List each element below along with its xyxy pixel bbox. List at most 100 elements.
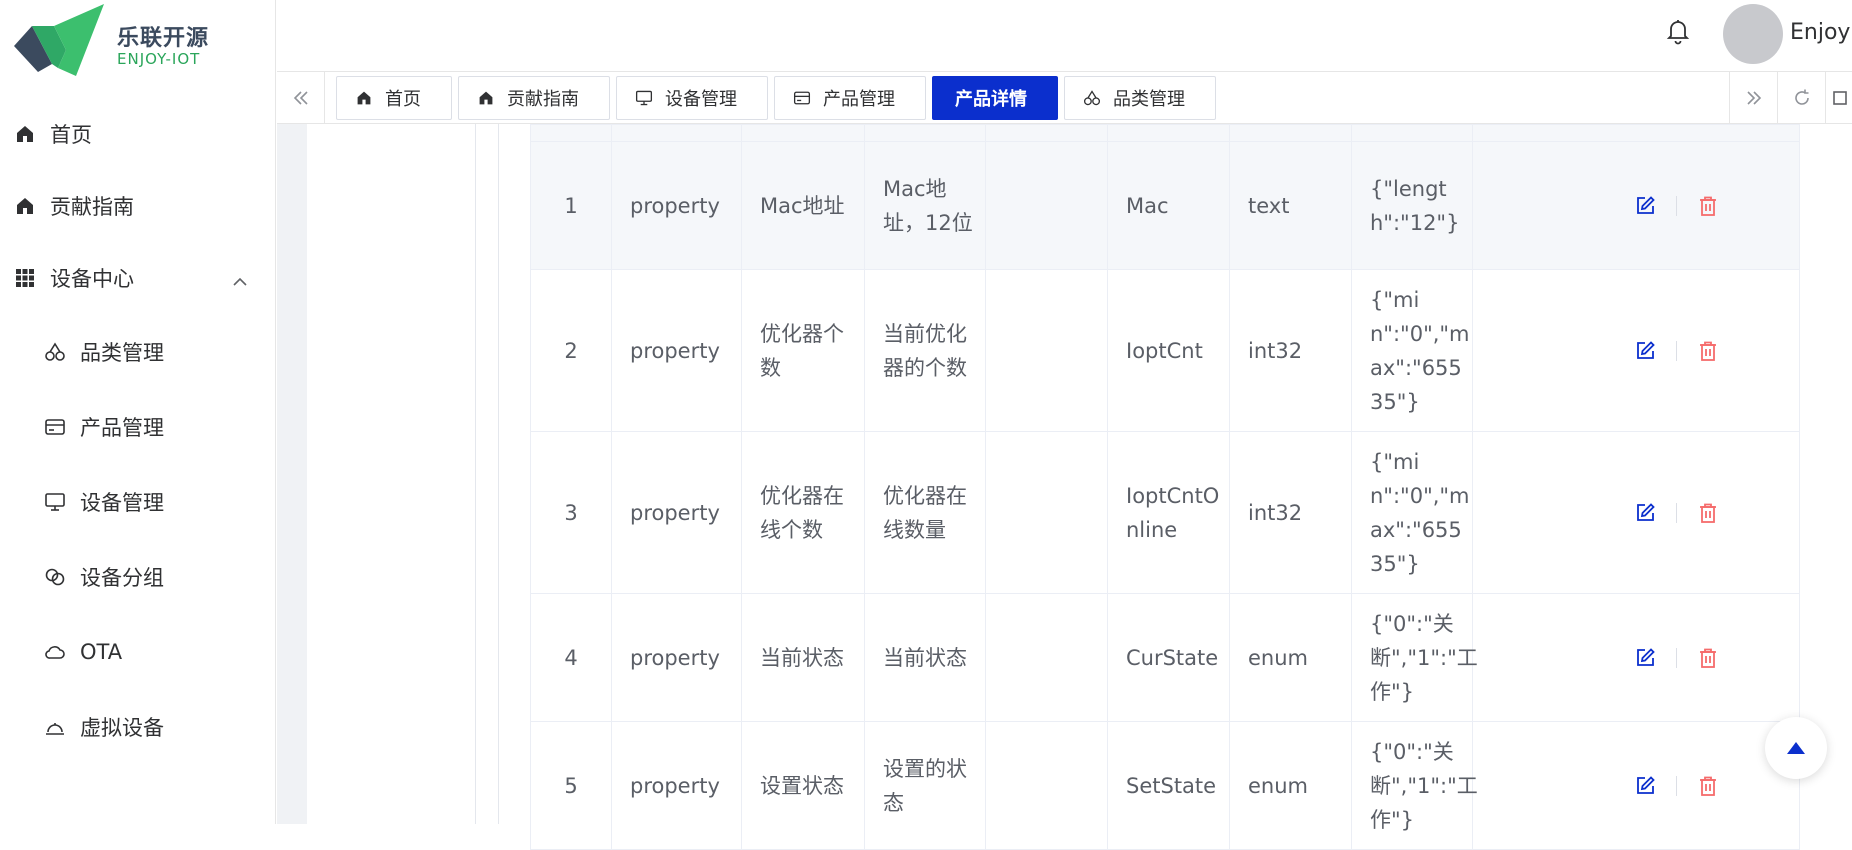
tab-device-management[interactable]: 设备管理 [616,76,768,120]
cell-description: 优化器在线数量 [865,432,986,593]
table-row: 4 property 当前状态 当前状态 CurState enum {"0":… [530,594,1800,722]
table-row: 1 property Mac地址 Mac地址，12位 Mac text {"le… [530,142,1800,270]
divider [498,124,499,824]
delete-icon[interactable] [1695,773,1721,799]
sidebar-item-category[interactable]: 品类管理 [0,314,276,389]
sidebar-item-home[interactable]: 首页 [0,98,276,170]
tabs-scroll-left-icon[interactable] [277,72,325,123]
tab-category-management[interactable]: 品类管理 [1064,76,1216,120]
tab-home[interactable]: 首页 [336,76,452,120]
sidebar-item-device[interactable]: 设备管理 [0,464,276,539]
cell-type: property [612,270,742,431]
sidebar-item-label: 设备分组 [80,565,164,590]
tab-label: 产品详情 [955,89,1027,110]
cell-type: property [612,142,742,269]
cell-identifier: Mac [1108,142,1230,269]
delete-icon[interactable] [1695,338,1721,364]
sidebar-nav: 首页 贡献指南 设备中心 品类管理 产品管理 设备管理 设备分组 OTA 虚拟设… [0,98,276,764]
grid-icon [14,267,36,289]
cell-identifier: IoptCnt [1108,270,1230,431]
cell-actions [1473,432,1799,593]
sidebar-item-device-group[interactable]: 设备分组 [0,539,276,614]
cherries-icon [1083,89,1101,107]
sidebar: 乐联开源 ENJOY-IOT 首页 贡献指南 设备中心 品类管理 产品管理 设备… [0,0,276,824]
cell-description: 设置的状态 [865,722,986,849]
cell-index: 2 [531,270,612,431]
edit-icon[interactable] [1632,645,1658,671]
cell-identifier: SetState [1108,722,1230,849]
sidebar-item-product[interactable]: 产品管理 [0,389,276,464]
tabs-bar: 首页 贡献指南 设备管理 产品管理 产品详情 品类管理 [277,72,1852,124]
cell-datatype: text [1230,142,1352,269]
cell-datatype: int32 [1230,270,1352,431]
cell-index: 5 [531,722,612,849]
caret-up-icon [1787,742,1805,754]
tab-product-management[interactable]: 产品管理 [774,76,926,120]
sidebar-item-label: 首页 [50,123,92,147]
avatar[interactable] [1723,4,1783,64]
delete-icon[interactable] [1695,500,1721,526]
tab-product-detail[interactable]: 产品详情 [932,76,1058,120]
cell-index: 4 [531,594,612,721]
table-row: 5 property 设置状态 设置的状态 SetState enum {"0"… [530,722,1800,850]
top-header: Enjoyl [277,0,1852,72]
tab-label: 设备管理 [665,89,737,110]
cell-extra [986,270,1108,431]
home-icon [14,123,36,145]
brand-title: 乐联开源 [117,26,210,51]
cell-name: 当前状态 [742,594,865,721]
divider [475,124,476,824]
sidebar-item-label: 虚拟设备 [80,715,164,740]
cell-spec: {"0":"关断","1":"工作"} [1352,594,1478,721]
cell-actions [1473,142,1799,269]
tab-contribute[interactable]: 贡献指南 [458,76,610,120]
sidebar-item-label: 设备管理 [80,490,164,515]
cell-datatype: enum [1230,594,1352,721]
cell-extra [986,722,1108,849]
card-icon [793,89,811,107]
delete-icon[interactable] [1695,193,1721,219]
sidebar-item-virtual-device[interactable]: 虚拟设备 [0,689,276,764]
cell-spec: {"0":"关断","1":"工作"} [1352,722,1478,849]
edit-icon[interactable] [1632,773,1658,799]
cell-actions [1473,594,1799,721]
cell-name: Mac地址 [742,142,865,269]
username[interactable]: Enjoyl [1790,20,1852,45]
cell-description: 当前优化器的个数 [865,270,986,431]
cell-type: property [612,594,742,721]
cell-actions [1473,722,1799,849]
card-icon [44,416,66,438]
cell-type: property [612,432,742,593]
sidebar-group-device-center[interactable]: 设备中心 [0,242,276,314]
notification-bell-icon[interactable] [1663,16,1693,46]
cell-extra [986,142,1108,269]
chevron-up-icon[interactable] [232,268,248,292]
edit-icon[interactable] [1632,500,1658,526]
tab-label: 品类管理 [1113,89,1185,110]
refresh-icon[interactable] [1777,72,1825,123]
cell-description: 当前状态 [865,594,986,721]
fullscreen-icon[interactable] [1825,72,1852,123]
tabs-scroll-right-icon[interactable] [1729,72,1777,123]
tab-label: 首页 [385,89,421,110]
cell-name: 优化器个数 [742,270,865,431]
home-icon [355,89,373,107]
cell-actions [1473,270,1799,431]
cell-spec: {"min":"0","max":"65535"} [1352,270,1473,431]
delete-icon[interactable] [1695,645,1721,671]
logo[interactable]: 乐联开源 ENJOY-IOT [14,4,214,80]
cell-datatype: int32 [1230,432,1352,593]
cell-index: 3 [531,432,612,593]
sidebar-item-label: 贡献指南 [50,195,134,219]
sidebar-item-ota[interactable]: OTA [0,614,276,689]
home-icon [477,89,495,107]
home-icon [14,195,36,217]
back-to-top-button[interactable] [1765,717,1827,779]
edit-icon[interactable] [1632,193,1658,219]
bell-dome-icon [44,716,66,738]
sidebar-item-label: 品类管理 [80,340,164,365]
sidebar-item-contribute[interactable]: 贡献指南 [0,170,276,242]
table-row-partial [530,124,1800,142]
sidebar-item-label: 设备中心 [50,267,134,291]
edit-icon[interactable] [1632,338,1658,364]
